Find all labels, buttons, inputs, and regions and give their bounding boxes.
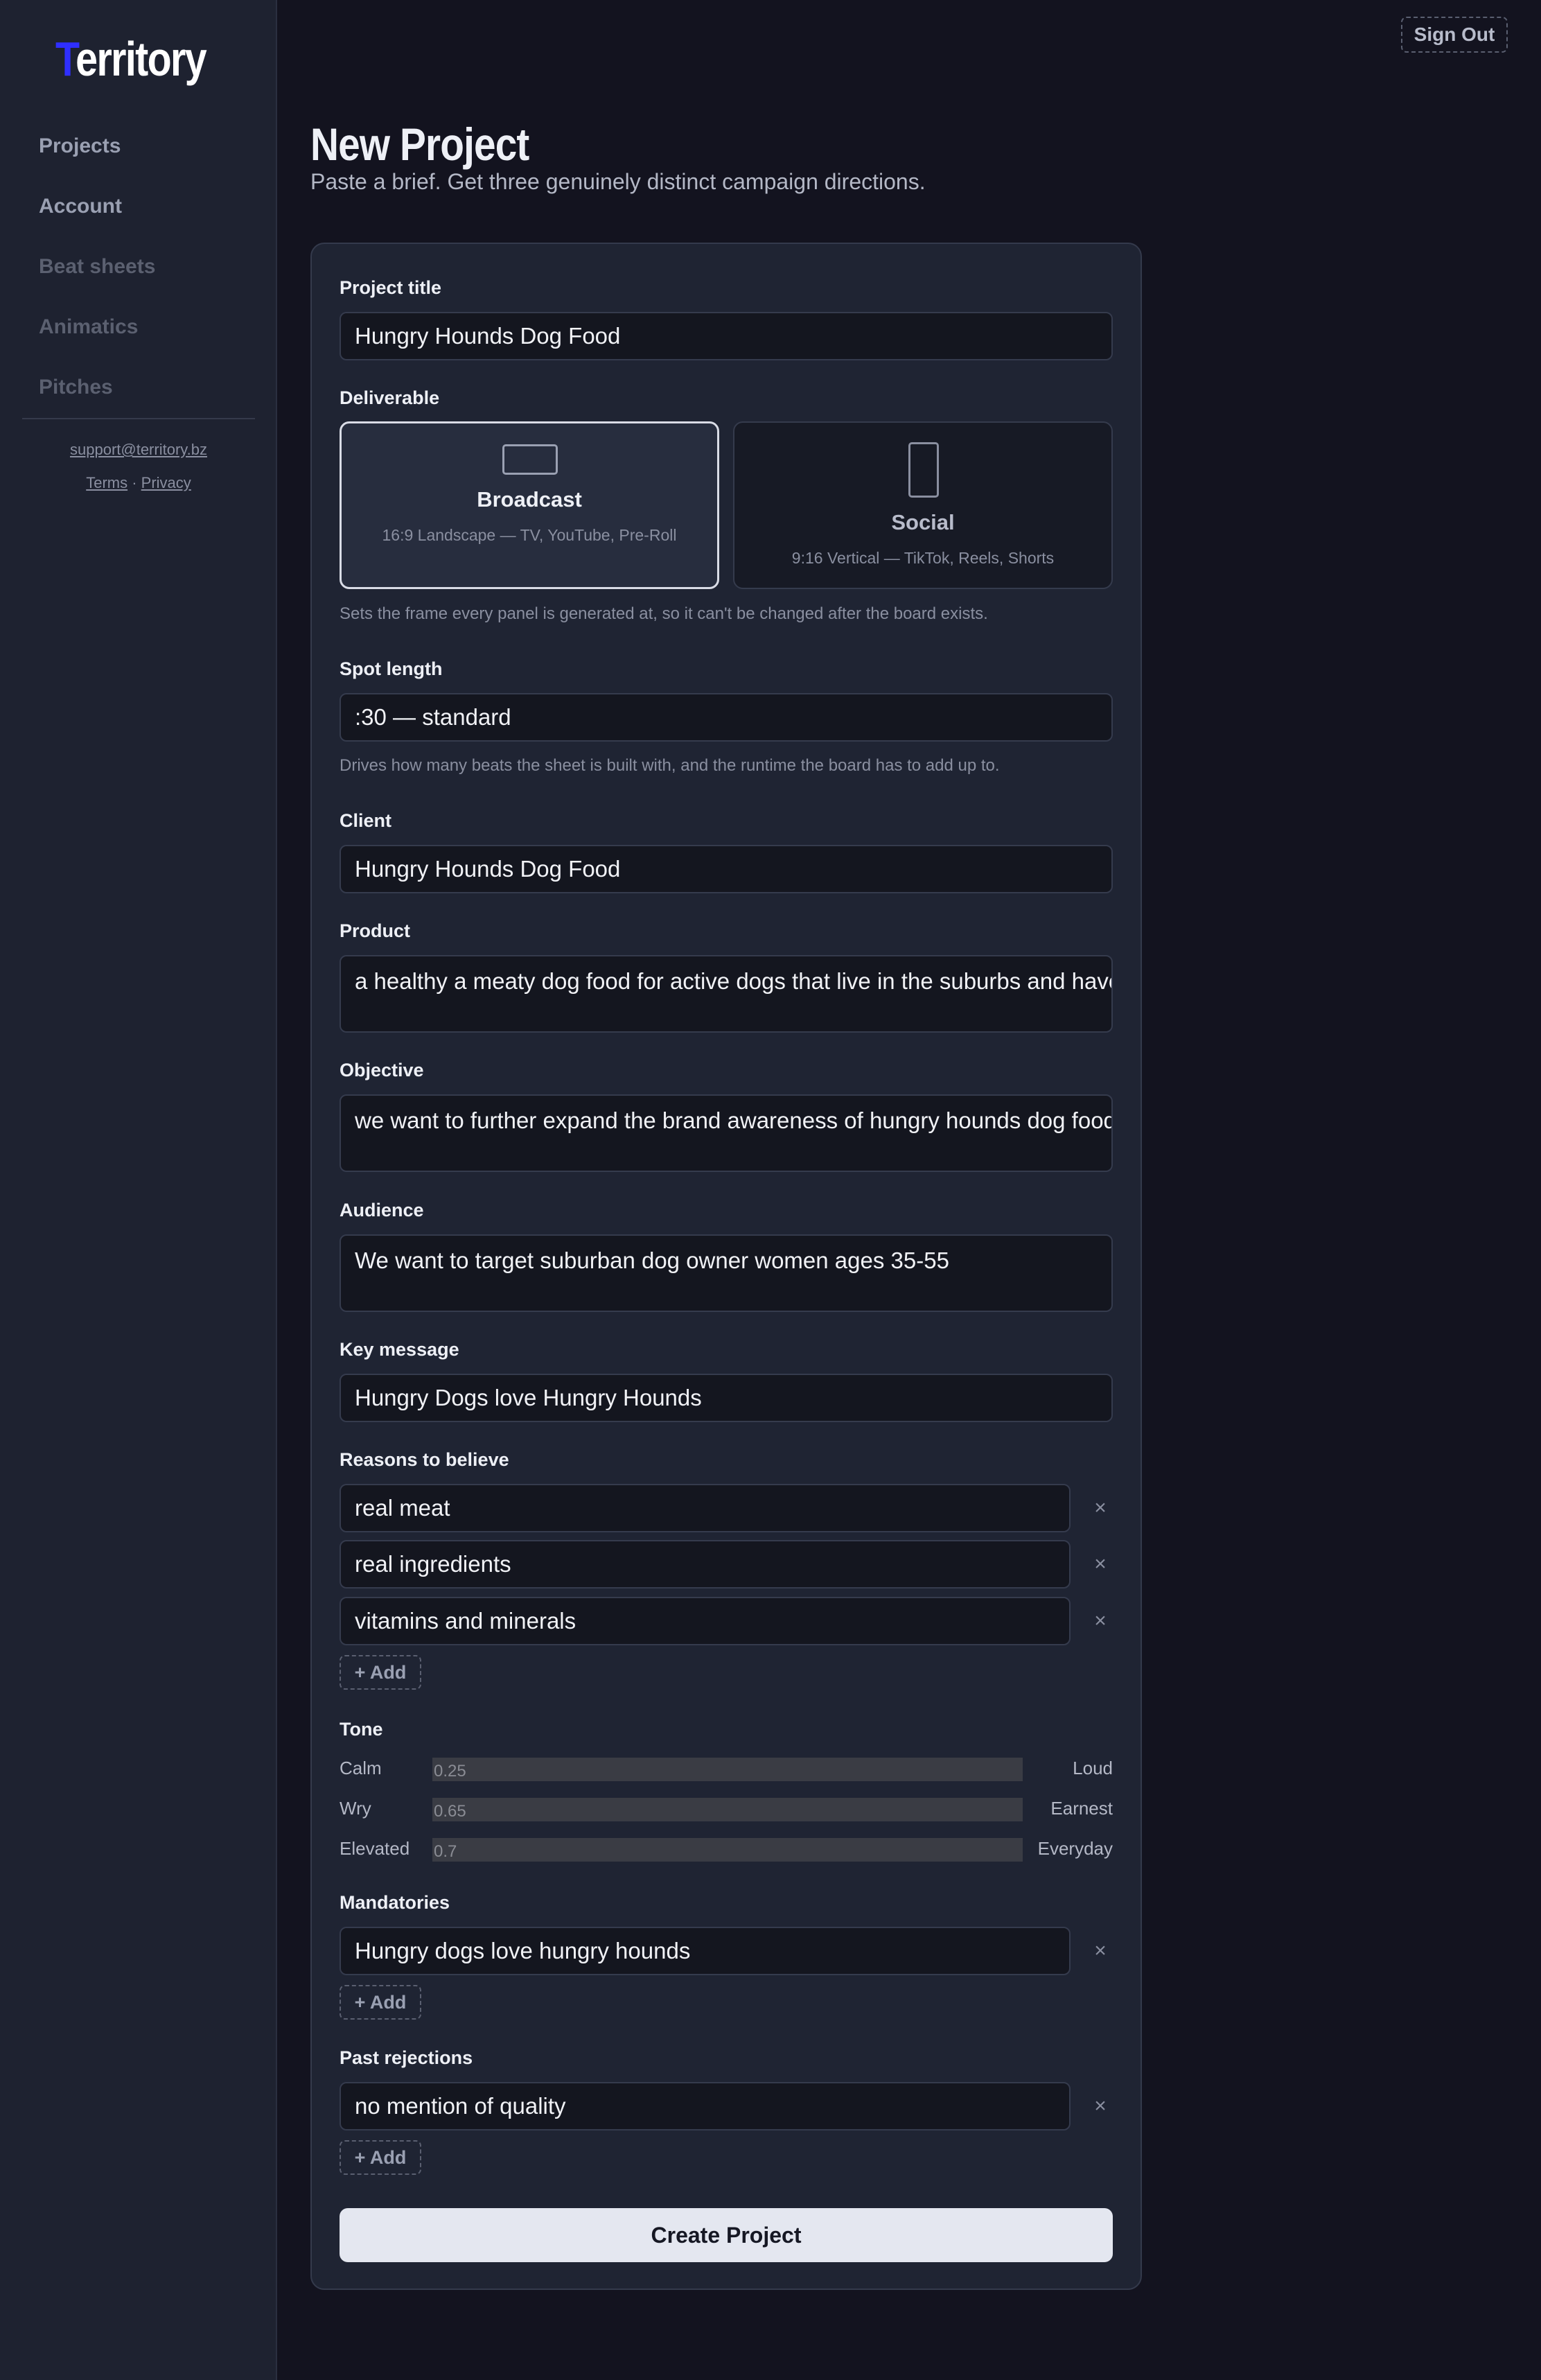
- objective-textarea[interactable]: we want to further expand the brand awar…: [340, 1094, 1113, 1172]
- tone-slider-elevated-everyday[interactable]: 0.7: [432, 1838, 1023, 1862]
- sidebar-item-account[interactable]: Account: [39, 189, 155, 249]
- support-email-link[interactable]: support@territory.bz: [0, 441, 277, 459]
- audience-label: Audience: [340, 1200, 424, 1220]
- mandatories-label: Mandatories: [340, 1892, 450, 1913]
- tone-slider-value: 0.7: [434, 1842, 457, 1861]
- create-project-button[interactable]: Create Project: [340, 2208, 1113, 2262]
- legal-links: Terms · Privacy: [0, 474, 277, 492]
- tone-slider-wry-earnest[interactable]: 0.65: [432, 1798, 1023, 1821]
- landscape-frame-icon: [502, 444, 558, 475]
- tone-slider-calm-loud[interactable]: 0.25: [432, 1758, 1023, 1781]
- tone-slider-value: 0.65: [434, 1802, 466, 1821]
- remove-reason-icon[interactable]: ×: [1086, 1494, 1114, 1522]
- past-rejections-label: Past rejections: [340, 2047, 473, 2068]
- client-input[interactable]: Hungry Hounds Dog Food: [340, 845, 1113, 893]
- sidebar-divider: [22, 418, 255, 419]
- tone-label: Tone: [340, 1719, 383, 1740]
- deliverable-help: Sets the frame every panel is generated …: [340, 604, 988, 623]
- remove-reason-icon[interactable]: ×: [1086, 1607, 1114, 1635]
- reason-input[interactable]: vitamins and minerals: [340, 1597, 1071, 1645]
- spot-length-help: Drives how many beats the sheet is built…: [340, 756, 1000, 775]
- tone-right-label: Loud: [1073, 1758, 1113, 1778]
- project-title-label: Project title: [340, 277, 442, 298]
- legal-separator: ·: [132, 474, 137, 491]
- deliverable-option-desc: 16:9 Landscape — TV, YouTube, Pre-Roll: [382, 526, 677, 544]
- tone-right-label: Everyday: [1037, 1838, 1113, 1859]
- page-title: New Project: [310, 119, 529, 170]
- key-message-input[interactable]: Hungry Dogs love Hungry Hounds: [340, 1374, 1113, 1422]
- page-subtitle: Paste a brief. Get three genuinely disti…: [310, 169, 926, 194]
- add-mandatory-button[interactable]: + Add: [340, 1985, 421, 2020]
- reason-input[interactable]: real ingredients: [340, 1540, 1071, 1589]
- deliverable-option-title: Broadcast: [477, 487, 582, 511]
- sign-out-button[interactable]: Sign Out: [1401, 17, 1508, 53]
- tone-right-label: Earnest: [1050, 1798, 1113, 1819]
- sidebar: Territory Projects Account Beat sheets A…: [0, 0, 277, 2380]
- deliverable-option-broadcast[interactable]: Broadcast 16:9 Landscape — TV, YouTube, …: [340, 421, 719, 589]
- sidebar-item-beat-sheets[interactable]: Beat sheets: [39, 249, 155, 309]
- sidebar-nav: Projects Account Beat sheets Animatics P…: [39, 128, 155, 430]
- remove-reason-icon[interactable]: ×: [1086, 1550, 1114, 1578]
- reasons-label: Reasons to believe: [340, 1449, 509, 1470]
- spot-length-label: Spot length: [340, 658, 443, 679]
- deliverable-label: Deliverable: [340, 387, 440, 408]
- project-title-input[interactable]: Hungry Hounds Dog Food: [340, 312, 1113, 360]
- product-textarea[interactable]: a healthy a meaty dog food for active do…: [340, 955, 1113, 1033]
- key-message-label: Key message: [340, 1339, 459, 1360]
- portrait-frame-icon: [908, 442, 939, 498]
- past-rejection-input[interactable]: no mention of quality: [340, 2082, 1071, 2130]
- product-label: Product: [340, 920, 411, 941]
- audience-textarea[interactable]: We want to target suburban dog owner wom…: [340, 1234, 1113, 1312]
- spot-length-select[interactable]: :30 — standard: [340, 693, 1113, 742]
- sidebar-item-projects[interactable]: Projects: [39, 128, 155, 189]
- sidebar-item-pitches[interactable]: Pitches: [39, 369, 155, 430]
- deliverable-option-desc: 9:16 Vertical — TikTok, Reels, Shorts: [791, 549, 1055, 567]
- tone-left-label: Wry: [340, 1798, 371, 1819]
- sidebar-item-animatics[interactable]: Animatics: [39, 309, 155, 369]
- tone-slider-value: 0.25: [434, 1762, 466, 1780]
- terms-link[interactable]: Terms: [86, 474, 127, 491]
- logo[interactable]: Territory: [55, 28, 207, 90]
- add-reason-button[interactable]: + Add: [340, 1655, 421, 1690]
- tone-left-label: Calm: [340, 1758, 382, 1778]
- reason-input[interactable]: real meat: [340, 1484, 1071, 1532]
- remove-rejection-icon[interactable]: ×: [1086, 2092, 1114, 2120]
- privacy-link[interactable]: Privacy: [141, 474, 191, 491]
- tone-left-label: Elevated: [340, 1838, 410, 1859]
- deliverable-option-social[interactable]: Social 9:16 Vertical — TikTok, Reels, Sh…: [733, 421, 1113, 589]
- objective-label: Objective: [340, 1060, 424, 1080]
- add-rejection-button[interactable]: + Add: [340, 2140, 421, 2175]
- mandatory-input[interactable]: Hungry dogs love hungry hounds: [340, 1927, 1071, 1975]
- logo-rest: erritory: [76, 32, 207, 86]
- logo-first-letter: T: [55, 32, 77, 86]
- new-project-form: Project title Hungry Hounds Dog Food Del…: [310, 243, 1142, 2290]
- client-label: Client: [340, 810, 392, 831]
- remove-mandatory-icon[interactable]: ×: [1086, 1937, 1114, 1965]
- deliverable-option-title: Social: [891, 510, 955, 534]
